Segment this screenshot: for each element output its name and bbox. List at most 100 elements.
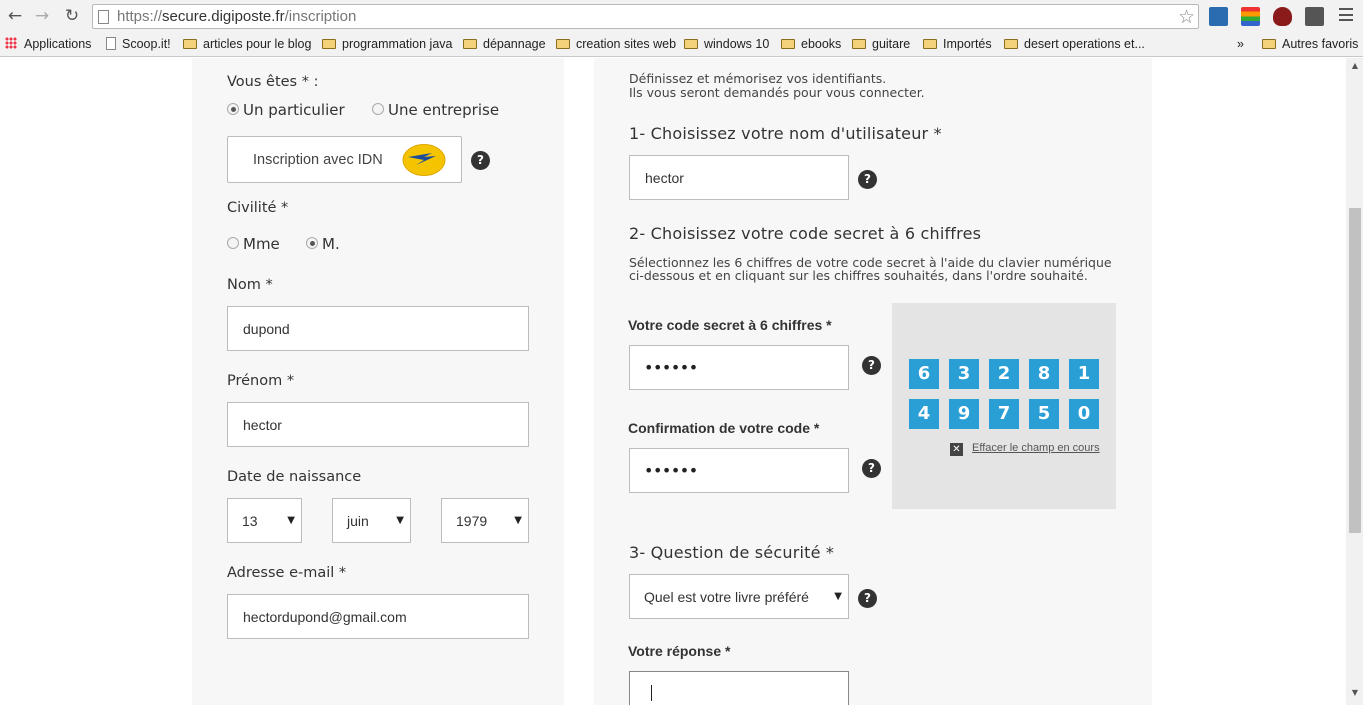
keypad-key[interactable]: 2 — [989, 359, 1019, 389]
bookmark-star-icon[interactable]: ☆ — [1178, 6, 1195, 28]
browser-toolbar: ← → ↻ https://secure.digiposte.fr/inscri… — [0, 0, 1363, 32]
dob-year-select[interactable]: 1979 ▼ — [441, 498, 529, 543]
folder-icon — [183, 39, 197, 49]
help-icon[interactable]: ? — [858, 170, 877, 189]
bookmark-scoopit[interactable]: Scoop.it! — [106, 36, 171, 53]
bookmark-ebooks[interactable]: ebooks — [781, 36, 841, 53]
la-poste-logo-icon — [402, 144, 446, 176]
security-question-select[interactable]: Quel est votre livre préféré ▼ — [629, 574, 849, 619]
dob-day-select[interactable]: 13 ▼ — [227, 498, 302, 543]
code-input[interactable]: •••••• — [629, 345, 849, 390]
idn-signup-button[interactable]: Inscription avec IDN — [227, 136, 462, 183]
answer-input[interactable] — [629, 671, 849, 705]
bookmark-importes[interactable]: Importés — [923, 36, 992, 53]
folder-icon — [1004, 39, 1018, 49]
bookmark-label: ebooks — [801, 37, 842, 51]
bookmark-label: Scoop.it! — [122, 37, 171, 51]
bookmark-applications[interactable]: Applications — [5, 36, 91, 53]
clear-field-link[interactable]: Effacer le champ en cours — [972, 442, 1100, 454]
code-label: Votre code secret à 6 chiffres * — [628, 317, 832, 333]
address-bar[interactable]: https://secure.digiposte.fr/inscription … — [92, 4, 1199, 29]
folder-icon — [852, 39, 866, 49]
scrollbar-thumb[interactable] — [1349, 208, 1361, 533]
dob-month-select[interactable]: juin ▼ — [332, 498, 411, 543]
bookmark-label: programmation java — [342, 37, 453, 51]
keypad-key[interactable]: 9 — [949, 399, 979, 429]
bookmark-desert[interactable]: desert operations et... — [1004, 36, 1145, 53]
keypad-key[interactable]: 7 — [989, 399, 1019, 429]
bookmark-label: creation sites web — [576, 37, 677, 51]
keypad-key[interactable]: 8 — [1029, 359, 1059, 389]
text-cursor — [651, 685, 652, 701]
radio-entreprise[interactable] — [372, 103, 384, 115]
clear-x-icon[interactable]: ✕ — [950, 443, 963, 456]
bookmark-label: articles pour le blog — [203, 37, 312, 51]
bookmark-autres-favoris[interactable]: Autres favoris — [1262, 36, 1358, 53]
bookmark-guitare[interactable]: guitare — [852, 36, 910, 53]
radio-mme[interactable] — [227, 237, 239, 249]
ublock-icon[interactable] — [1273, 7, 1292, 26]
keypad-key[interactable]: 3 — [949, 359, 979, 389]
bookmark-programmation[interactable]: programmation java — [322, 36, 452, 53]
bookmark-label: dépannage — [483, 37, 546, 51]
email-label: Adresse e-mail * — [227, 565, 347, 581]
step3-title: 3- Question de sécurité * — [629, 543, 835, 562]
bookmark-label: Applications — [24, 37, 92, 51]
radio-m[interactable] — [306, 237, 318, 249]
keypad-key[interactable]: 1 — [1069, 359, 1099, 389]
nom-input[interactable]: dupond — [227, 306, 529, 351]
caret-down-icon: ▼ — [514, 514, 522, 526]
radio-particulier-label: Un particulier — [243, 101, 345, 119]
bookmark-depannage[interactable]: dépannage — [463, 36, 546, 53]
dob-month-value: juin — [347, 512, 369, 529]
keypad-key[interactable]: 4 — [909, 399, 939, 429]
help-icon[interactable]: ? — [862, 356, 881, 375]
chrome-menu-icon[interactable] — [1339, 8, 1353, 21]
extension-palette-icon[interactable] — [1241, 7, 1260, 26]
forward-arrow-icon[interactable]: → — [32, 6, 52, 26]
vous-etes-label: Vous êtes * : — [227, 74, 319, 90]
extension-s-icon[interactable] — [1209, 7, 1228, 26]
email-input[interactable]: hectordupond@gmail.com — [227, 594, 529, 639]
url-path: /inscription — [284, 8, 357, 25]
caret-down-icon: ▼ — [834, 590, 842, 602]
back-arrow-icon[interactable]: ← — [5, 6, 25, 26]
help-icon[interactable]: ? — [471, 151, 490, 170]
prenom-label: Prénom * — [227, 373, 295, 389]
radio-entreprise-label: Une entreprise — [388, 101, 500, 119]
reload-icon[interactable]: ↻ — [62, 6, 82, 26]
scroll-up-icon[interactable]: ▲ — [1349, 61, 1361, 71]
confirm-code-input[interactable]: •••••• — [629, 448, 849, 493]
keypad-key[interactable]: 5 — [1029, 399, 1059, 429]
dob-year-value: 1979 — [456, 512, 488, 529]
bookmark-windows10[interactable]: windows 10 — [684, 36, 769, 53]
bookmark-label: windows 10 — [704, 37, 770, 51]
keypad-key[interactable]: 6 — [909, 359, 939, 389]
page-content: Vous êtes * : Un particulier Une entrepr… — [0, 58, 1363, 705]
nom-label: Nom * — [227, 277, 273, 293]
folder-icon — [781, 39, 795, 49]
bookmarks-bar: Applications Scoop.it! articles pour le … — [0, 32, 1363, 57]
keypad-key[interactable]: 0 — [1069, 399, 1099, 429]
radio-mme-label: Mme — [243, 235, 280, 253]
bookmark-articles[interactable]: articles pour le blog — [183, 36, 311, 53]
intro-line-1: Définissez et mémorisez vos identifiants… — [629, 71, 887, 86]
page-icon — [98, 10, 109, 24]
bookmarks-overflow[interactable]: » — [1237, 36, 1244, 53]
prenom-input[interactable]: hector — [227, 402, 529, 447]
caret-down-icon: ▼ — [287, 514, 295, 526]
url-prefix: https:// — [117, 8, 163, 25]
help-icon[interactable]: ? — [858, 589, 877, 608]
bookmark-label: guitare — [872, 37, 911, 51]
bookmark-label: Autres favoris — [1282, 37, 1359, 51]
folder-icon — [923, 39, 937, 49]
extension-lock-icon[interactable] — [1305, 7, 1324, 26]
username-input[interactable]: hector — [629, 155, 849, 200]
security-question-value: Quel est votre livre préféré — [644, 588, 809, 605]
radio-particulier[interactable] — [227, 103, 239, 115]
step2-help-line-2: ci-dessous et en cliquant sur les chiffr… — [629, 268, 1088, 283]
caret-down-icon: ▼ — [396, 514, 404, 526]
bookmark-creation[interactable]: creation sites web — [556, 36, 676, 53]
scroll-down-icon[interactable]: ▼ — [1349, 688, 1361, 698]
help-icon[interactable]: ? — [862, 459, 881, 478]
